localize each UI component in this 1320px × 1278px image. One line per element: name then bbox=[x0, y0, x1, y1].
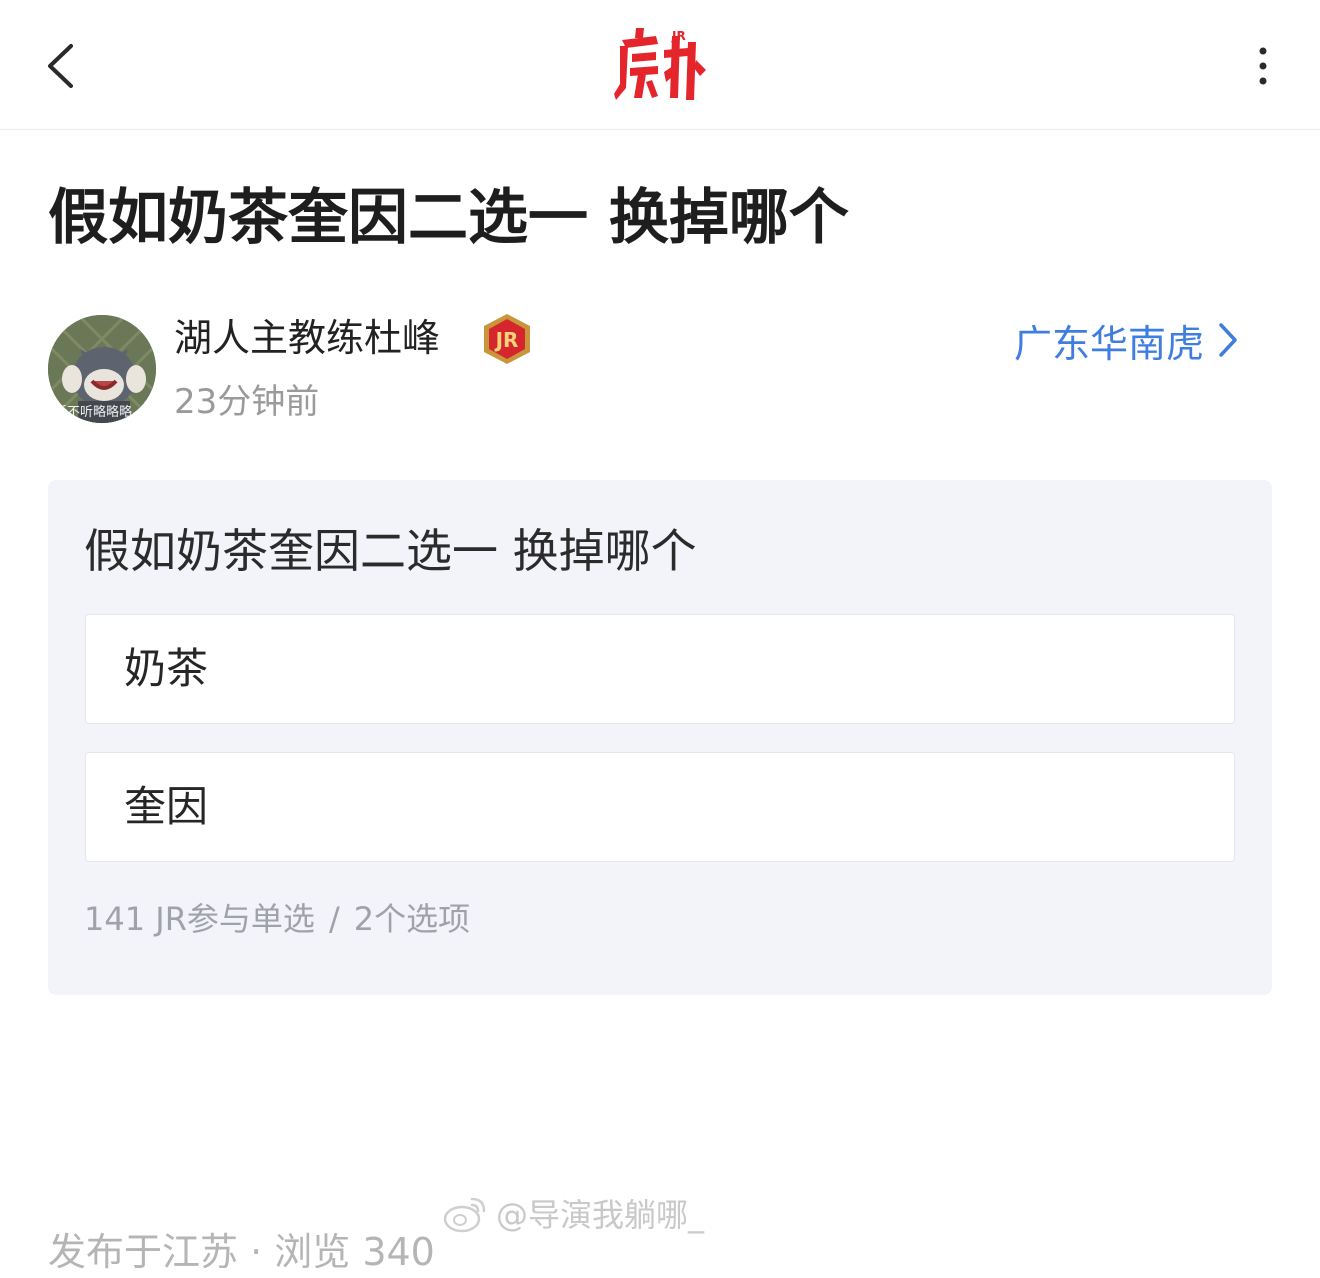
poll-question: 假如奶茶奎因二选一 换掉哪个 bbox=[84, 524, 697, 578]
poll-card: 假如奶茶奎因二选一 换掉哪个 奶茶 奎因 141 JR参与单选 / 2个选项 bbox=[48, 480, 1272, 995]
board-link-label: 广东华南虎 bbox=[1014, 321, 1205, 366]
top-bar: JR bbox=[0, 0, 1320, 130]
more-button[interactable] bbox=[1240, 40, 1286, 92]
poll-separator: / bbox=[328, 900, 340, 938]
chevron-left-icon bbox=[48, 44, 73, 88]
avatar[interactable]: 听不听略略略 bbox=[48, 315, 156, 423]
hupu-logo: JR bbox=[612, 26, 708, 104]
jr-badge-icon: JR bbox=[480, 312, 534, 366]
poll-meta: 141 JR参与单选 / 2个选项 bbox=[84, 896, 470, 942]
watermark-text: @导演我躺哪_ bbox=[496, 1196, 705, 1234]
poll-option-count: 2个选项 bbox=[353, 900, 471, 938]
watermark: @导演我躺哪_ bbox=[442, 1186, 704, 1240]
more-vertical-icon bbox=[1259, 47, 1267, 85]
poll-option[interactable]: 奶茶 bbox=[85, 614, 1235, 724]
board-link[interactable]: 广东华南虎 bbox=[1014, 314, 1238, 366]
author-name[interactable]: 湖人主教练杜峰 bbox=[174, 312, 440, 364]
back-button[interactable] bbox=[38, 40, 82, 92]
post-title: 假如奶茶奎因二选一 换掉哪个 bbox=[48, 183, 849, 253]
weibo-icon bbox=[443, 1197, 486, 1233]
poll-participants: 141 JR参与单选 bbox=[84, 900, 315, 938]
poll-option[interactable]: 奎因 bbox=[85, 752, 1235, 862]
avatar-caption: 听不听略略略 bbox=[54, 405, 133, 420]
poll-option-label: 奎因 bbox=[124, 782, 209, 831]
badge-text: JR bbox=[494, 328, 519, 352]
logo-superscript: JR bbox=[671, 29, 686, 43]
post-footer-info: 发布于江苏 · 浏览 340 bbox=[48, 1230, 435, 1274]
chevron-right-icon bbox=[1219, 323, 1237, 357]
poll-option-label: 奶茶 bbox=[124, 644, 209, 693]
post-time: 23分钟前 bbox=[174, 382, 320, 422]
